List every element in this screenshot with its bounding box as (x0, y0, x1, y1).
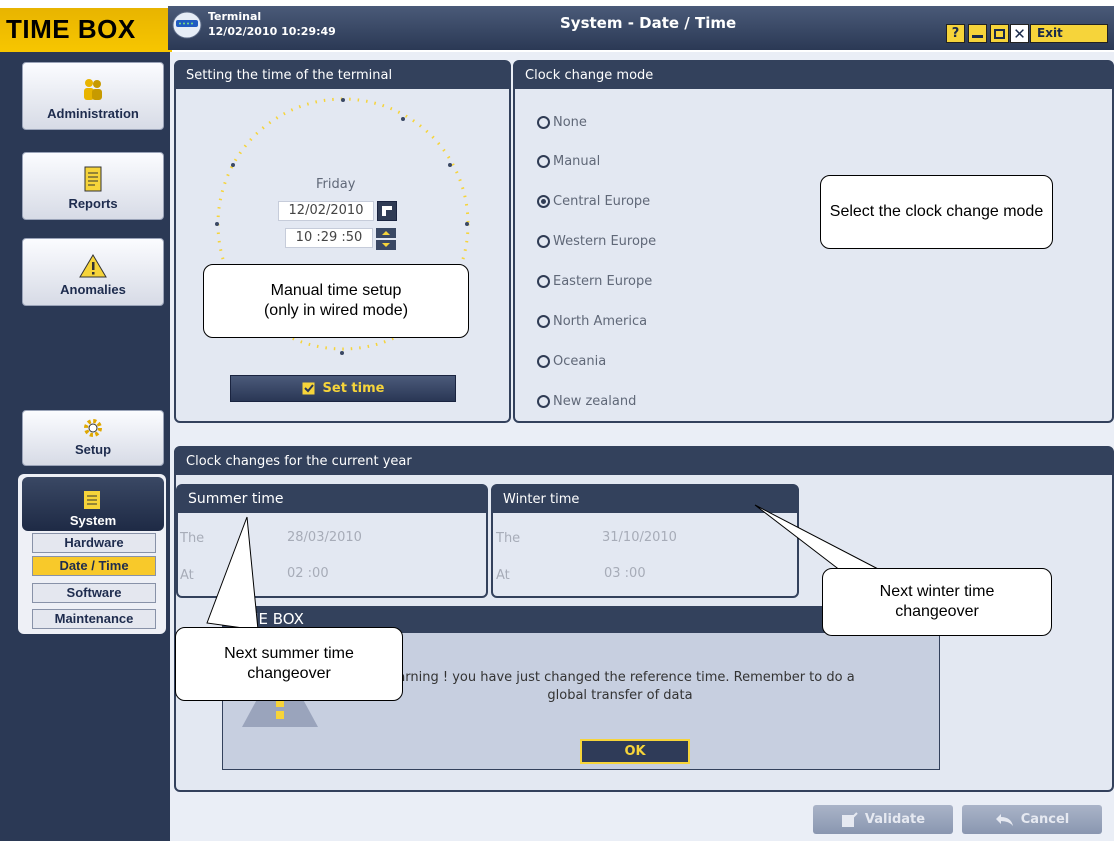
app-logo: TIME BOX (6, 14, 136, 44)
radio-manual[interactable]: Manual (537, 154, 600, 169)
help-icon: ? (951, 26, 960, 41)
callout-next-winter-line-2: changeover (895, 603, 979, 620)
callout-select-mode: Select the clock change mode (820, 175, 1053, 249)
winter-the-label: The (496, 531, 521, 546)
date-field[interactable]: 12/02/2010 (278, 201, 374, 221)
close-button[interactable]: ✕ (1010, 24, 1029, 43)
nav-anomalies[interactable]: Anomalies (22, 238, 164, 306)
nav-administration[interactable]: Administration (22, 62, 164, 130)
radio-icon (537, 315, 550, 328)
set-time-button[interactable]: Set time (230, 375, 456, 402)
maximize-button[interactable] (990, 24, 1009, 43)
callout-next-summer-line-2: changeover (247, 665, 331, 682)
sub-item-maintenance[interactable]: Maintenance (32, 609, 156, 629)
summer-at-label: At (180, 568, 194, 583)
nav-reports[interactable]: Reports (22, 152, 164, 220)
cancel-button[interactable]: Cancel (962, 805, 1102, 834)
callout-next-winter: Next winter time changeover (822, 568, 1052, 636)
summer-date: 28/03/2010 (287, 530, 362, 545)
radio-label: Western Europe (553, 234, 657, 249)
radio-icon (537, 116, 550, 129)
nav-system-label: System (69, 513, 117, 528)
callout-manual-setup-line-2: (only in wired mode) (263, 302, 409, 319)
minimize-button[interactable] (968, 24, 987, 43)
radio-label: Oceania (553, 354, 607, 369)
summer-time: 02 :00 (287, 566, 329, 581)
help-button[interactable]: ? (946, 24, 965, 43)
radio-label: None (553, 115, 587, 130)
radio-label: Central Europe (553, 194, 651, 209)
warning-icon (79, 254, 107, 278)
summer-the-label: The (180, 531, 205, 546)
chevron-up-icon (382, 231, 390, 235)
winter-date: 31/10/2010 (602, 530, 677, 545)
chevron-down-icon (382, 243, 390, 247)
radio-label: North America (553, 314, 648, 329)
gear-icon (84, 419, 102, 437)
radio-label: New zealand (553, 394, 637, 409)
system-folder-icon (84, 491, 100, 509)
radio-none[interactable]: None (537, 115, 587, 130)
nav-setup[interactable]: Setup (22, 410, 164, 466)
radio-icon (537, 275, 550, 288)
radio-icon (537, 355, 550, 368)
time-up-button[interactable] (376, 228, 396, 238)
terminal-datetime: 12/02/2010 10:29:49 (208, 25, 336, 38)
nav-anomalies-label: Anomalies (60, 282, 126, 297)
callout-manual-setup: Manual time setup (only in wired mode) (203, 264, 469, 338)
validate-icon (841, 811, 858, 827)
maximize-icon (994, 28, 1005, 39)
checkbox-icon (302, 382, 315, 395)
winter-time-title: Winter time (493, 486, 797, 513)
time-field[interactable]: 10 :29 :50 (285, 228, 373, 248)
radio-north-america[interactable]: North America (537, 314, 647, 329)
sub-item-software[interactable]: Software (32, 583, 156, 603)
clock-mode-title: Clock change mode (515, 62, 1112, 89)
cancel-label: Cancel (1020, 812, 1070, 827)
terminal-label: Terminal (208, 10, 262, 23)
nav-reports-label: Reports (68, 196, 118, 211)
nav-setup-label: Setup (74, 442, 112, 457)
users-icon (84, 79, 102, 100)
callout-next-summer: Next summer time changeover (175, 627, 403, 701)
radio-label: Eastern Europe (553, 274, 653, 289)
winter-at-label: At (496, 568, 510, 583)
radio-label: Manual (553, 154, 601, 169)
close-icon: ✕ (1013, 24, 1026, 43)
radio-icon (537, 235, 550, 248)
radio-icon (537, 155, 550, 168)
nav-system[interactable]: System (22, 477, 164, 531)
radio-western-europe[interactable]: Western Europe (537, 234, 656, 249)
callout-manual-setup-line-1: Manual time setup (270, 282, 402, 299)
time-panel-title: Setting the time of the terminal (176, 62, 509, 89)
nav-administration-label: Administration (47, 106, 139, 121)
calendar-button[interactable] (377, 201, 397, 221)
page-title: System - Date / Time (560, 14, 737, 32)
radio-new-zealand[interactable]: New zealand (537, 394, 636, 409)
ok-button[interactable]: OK (580, 739, 690, 764)
radio-central-europe[interactable]: Central Europe (537, 194, 650, 209)
clock-changes-title: Clock changes for the current year (176, 448, 1112, 475)
validate-button[interactable]: Validate (813, 805, 953, 834)
report-icon (84, 166, 102, 192)
radio-selected-icon (537, 195, 550, 208)
time-down-button[interactable] (376, 240, 396, 250)
callout-next-winter-line-1: Next winter time (879, 583, 995, 600)
radio-eastern-europe[interactable]: Eastern Europe (537, 274, 652, 289)
exit-button[interactable]: Exit (1030, 24, 1108, 43)
validate-label: Validate (864, 812, 926, 827)
winter-time: 03 :00 (604, 566, 646, 581)
set-time-label: Set time (322, 381, 385, 396)
sub-item-date-time[interactable]: Date / Time (32, 556, 156, 576)
calendar-icon (382, 206, 392, 216)
minimize-icon (972, 35, 983, 38)
summer-time-title: Summer time (178, 486, 486, 513)
sub-item-hardware[interactable]: Hardware (32, 533, 156, 553)
radio-oceania[interactable]: Oceania (537, 354, 606, 369)
day-label: Friday (316, 177, 356, 192)
callout-next-summer-line-1: Next summer time (224, 645, 354, 662)
terminal-icon (172, 11, 202, 39)
radio-icon (537, 395, 550, 408)
undo-icon (995, 813, 1013, 826)
